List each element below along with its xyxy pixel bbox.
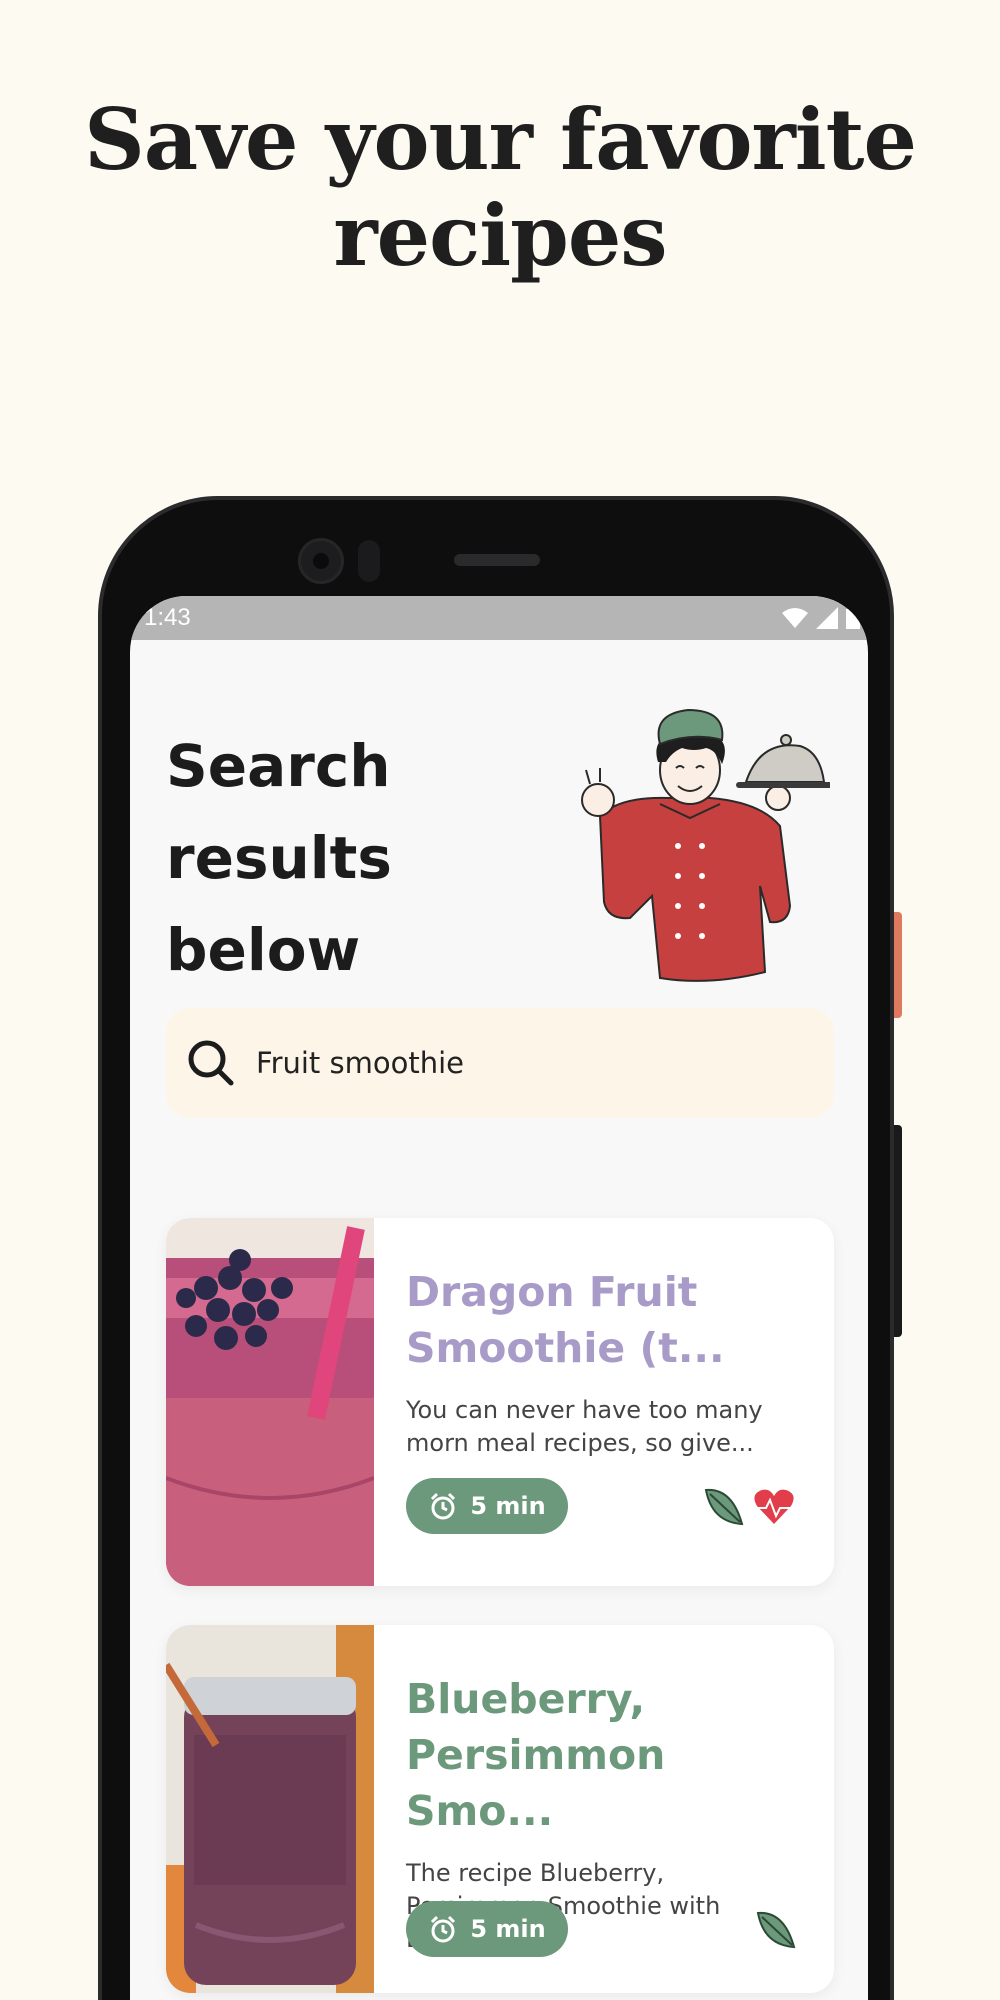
hero-headline-line1: Save your favorite <box>84 90 917 189</box>
phone-screen: 1:43 Search results below Fruit smoothie… <box>130 596 868 2000</box>
search-input-value: Fruit smoothie <box>256 1046 465 1080</box>
time-badge: 5 min <box>406 1478 568 1534</box>
search-icon <box>188 1040 234 1086</box>
recipe-tags <box>702 1484 796 1528</box>
recipe-description: You can never have too many morn meal re… <box>406 1396 763 1457</box>
phone-power-button <box>894 912 902 1018</box>
alarm-clock-icon <box>431 1492 456 1520</box>
recipe-tags <box>754 1907 798 1951</box>
earpiece-speaker <box>454 554 540 566</box>
recipe-card[interactable]: Blueberry, Persimmon Smo... The recipe B… <box>166 1625 834 1993</box>
recipe-title[interactable]: Dragon Fruit Smoothie (t... <box>406 1264 806 1376</box>
hero-headline-line2: recipes <box>333 186 667 285</box>
page-title: Search results below <box>166 720 506 996</box>
page-title-line3: below <box>166 916 361 984</box>
page-title-line1: Search <box>166 732 391 800</box>
recipe-title[interactable]: Blueberry, Persimmon Smo... <box>406 1671 806 1839</box>
heart-pulse-icon <box>754 1489 794 1524</box>
time-badge: 5 min <box>406 1901 568 1957</box>
wifi-icon <box>782 608 808 628</box>
phone-volume-button <box>894 1125 902 1337</box>
recipe-image <box>166 1218 374 1586</box>
status-icons <box>782 607 860 629</box>
page-title-line2: results <box>166 824 392 892</box>
search-input[interactable]: Fruit smoothie <box>166 1008 834 1118</box>
hero-headline: Save your favorite recipes <box>0 92 1000 284</box>
time-badge-label: 5 min <box>470 1492 546 1520</box>
status-time: 1:43 <box>144 604 191 631</box>
recipe-card[interactable]: Dragon Fruit Smoothie (t... You can neve… <box>166 1218 834 1586</box>
time-badge-label: 5 min <box>470 1915 546 1943</box>
alarm-clock-icon <box>431 1915 456 1943</box>
recipe-info: Dragon Fruit Smoothie (t... You can neve… <box>406 1264 806 1460</box>
leaf-icon <box>756 1911 796 1949</box>
front-camera <box>298 538 344 584</box>
signal-icon <box>816 607 838 629</box>
chef-illustration <box>581 708 830 982</box>
leaf-icon <box>704 1488 744 1526</box>
recipe-image <box>166 1625 374 1993</box>
proximity-sensor <box>358 540 380 582</box>
status-bar: 1:43 <box>130 596 868 640</box>
